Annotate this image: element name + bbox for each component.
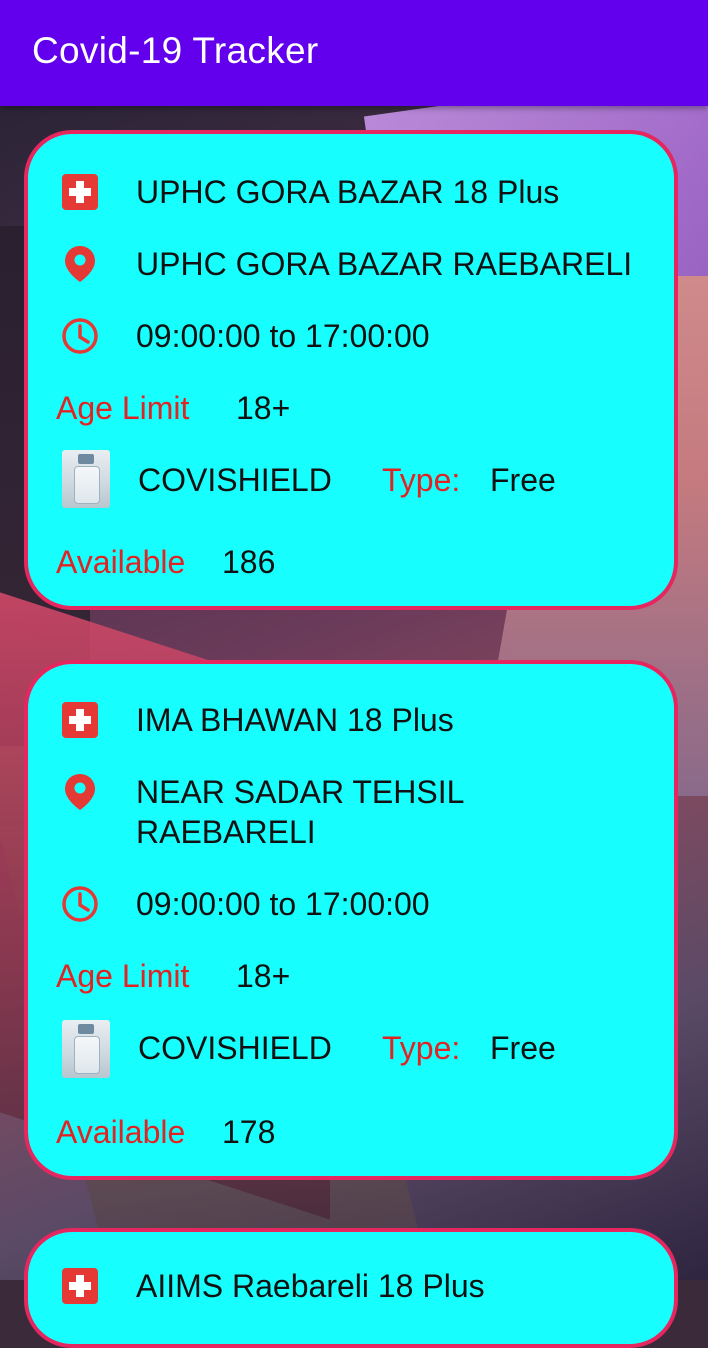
vaccine-name: COVISHIELD — [138, 462, 332, 498]
center-name: AIIMS Raebareli 18 Plus — [136, 1268, 485, 1304]
center-address: UPHC GORA BAZAR RAEBARELI — [136, 246, 633, 282]
app-title: Covid-19 Tracker — [32, 30, 319, 71]
age-limit-value: 18+ — [236, 958, 291, 994]
age-limit-value: 18+ — [236, 390, 291, 426]
clock-icon — [62, 318, 98, 354]
location-pin-icon — [65, 246, 95, 282]
center-address: NEAR SADAR TEHSIL RAEBARELI — [136, 774, 464, 850]
location-pin-icon — [65, 774, 95, 810]
hospital-cross-icon — [62, 1268, 98, 1304]
available-label: Available — [56, 1114, 186, 1150]
center-name: IMA BHAWAN 18 Plus — [136, 702, 454, 738]
center-card[interactable]: IMA BHAWAN 18 Plus NEAR SADAR TEHSIL RAE… — [24, 660, 678, 1180]
center-card[interactable]: UPHC GORA BAZAR 18 Plus UPHC GORA BAZAR … — [24, 130, 678, 610]
center-name: UPHC GORA BAZAR 18 Plus — [136, 174, 560, 210]
type-label: Type: — [382, 462, 461, 498]
available-value: 178 — [222, 1114, 276, 1150]
center-timing: 09:00:00 to 17:00:00 — [136, 318, 430, 354]
vaccine-vial-image — [62, 450, 110, 508]
app-bar: Covid-19 Tracker — [0, 0, 708, 106]
vaccine-vial-image — [62, 1020, 110, 1078]
center-card[interactable]: AIIMS Raebareli 18 Plus — [24, 1228, 678, 1348]
type-value: Free — [490, 1030, 556, 1066]
age-limit-label: Age Limit — [56, 390, 190, 426]
type-value: Free — [490, 462, 556, 498]
clock-icon — [62, 886, 98, 922]
type-label: Type: — [382, 1030, 461, 1066]
vaccine-name: COVISHIELD — [138, 1030, 332, 1066]
hospital-cross-icon — [62, 702, 98, 738]
available-value: 186 — [222, 544, 276, 580]
age-limit-label: Age Limit — [56, 958, 190, 994]
hospital-cross-icon — [62, 174, 98, 210]
available-label: Available — [56, 544, 186, 580]
center-timing: 09:00:00 to 17:00:00 — [136, 886, 430, 922]
